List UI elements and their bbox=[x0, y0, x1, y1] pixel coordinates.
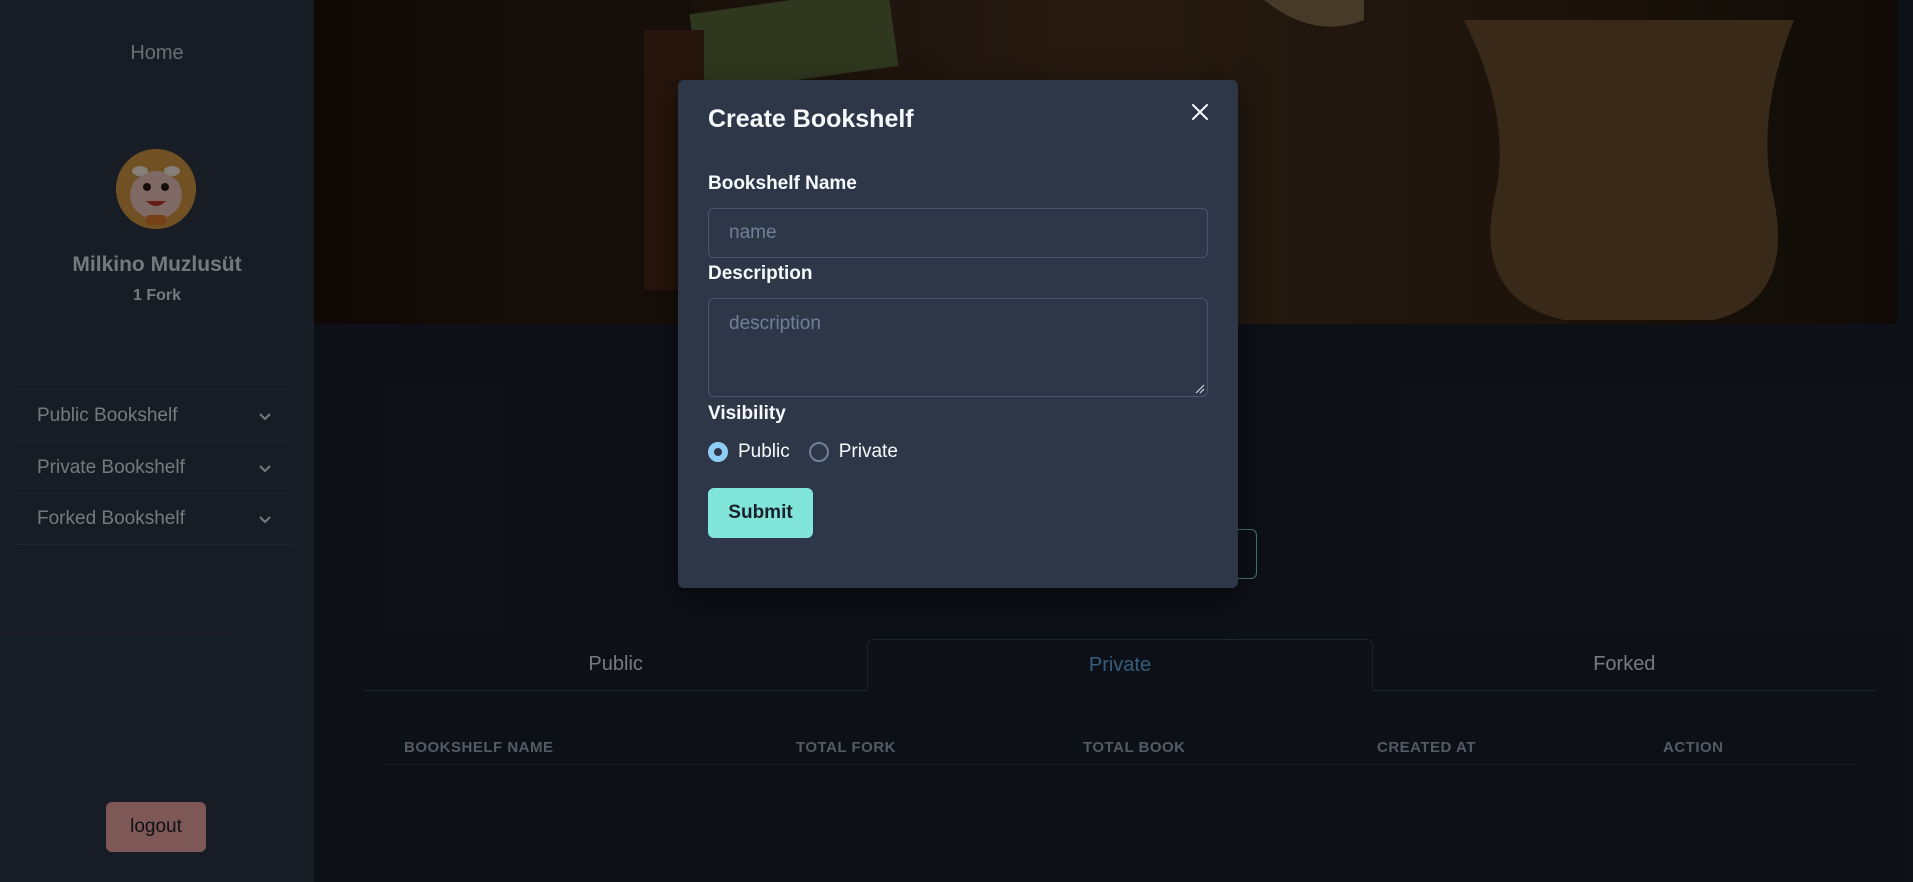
radio-public[interactable] bbox=[708, 442, 728, 462]
radio-private[interactable] bbox=[808, 442, 829, 462]
submit-button[interactable]: Submit bbox=[708, 488, 813, 538]
close-button[interactable] bbox=[1188, 100, 1212, 124]
visibility-radio-group: Public Private bbox=[708, 441, 917, 463]
radio-label: Public bbox=[738, 441, 790, 462]
visibility-label: Visibility bbox=[708, 403, 786, 424]
create-bookshelf-modal: Create Bookshelf Bookshelf Name Descript… bbox=[678, 80, 1238, 588]
close-icon bbox=[1192, 104, 1208, 120]
resize-handle-icon[interactable] bbox=[1195, 384, 1205, 394]
bookshelf-name-input[interactable] bbox=[708, 208, 1208, 258]
description-input[interactable] bbox=[708, 298, 1208, 397]
visibility-option-public[interactable]: Public bbox=[708, 441, 790, 463]
radio-label: Private bbox=[838, 441, 898, 462]
modal-title: Create Bookshelf bbox=[708, 105, 914, 133]
visibility-option-private[interactable]: Private bbox=[808, 441, 898, 463]
description-label: Description bbox=[708, 263, 813, 284]
name-label: Bookshelf Name bbox=[708, 173, 857, 194]
